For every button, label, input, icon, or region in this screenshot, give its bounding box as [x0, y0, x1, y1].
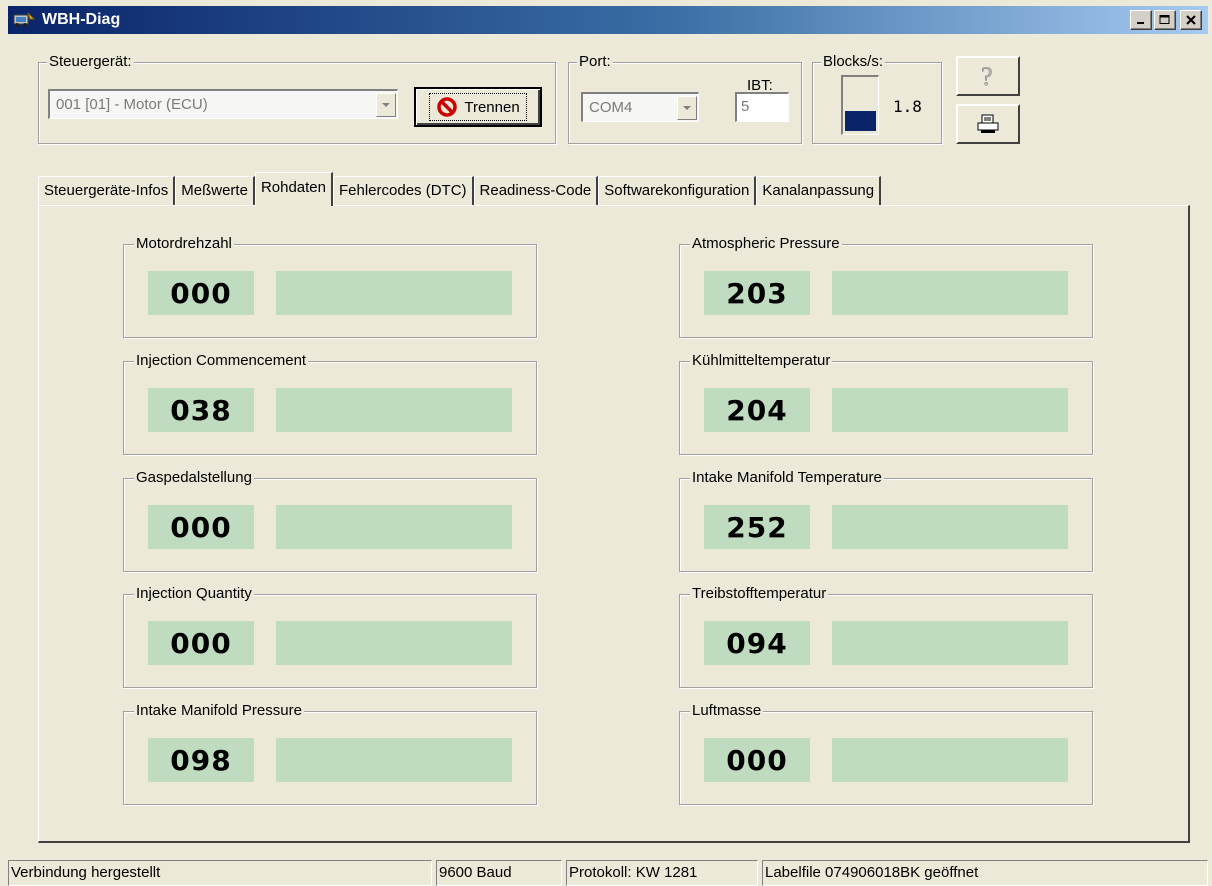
ecu-select-value: 001 [01] - Motor (ECU) [56, 96, 208, 113]
channel-bar [832, 505, 1068, 549]
minimize-icon [1137, 22, 1144, 24]
status-labelfile: Labelfile 074906018BK geöffnet [762, 860, 1208, 886]
help-button[interactable]: ? [956, 56, 1020, 96]
chevron-down-icon[interactable] [677, 95, 697, 120]
maximize-button[interactable] [1154, 10, 1176, 30]
channel-bar [832, 738, 1068, 782]
channel-value: 098 [148, 738, 254, 782]
maximize-icon [1159, 15, 1170, 24]
channel-value: 203 [704, 271, 810, 315]
disconnect-button-label: Trennen [464, 98, 520, 116]
port-label: Port: [577, 53, 613, 71]
channel-value: 038 [148, 388, 254, 432]
blocks-value: 1.8 [893, 97, 922, 116]
channel-group: Gaspedalstellung 000 [123, 469, 537, 572]
status-connection: Verbindung hergestellt [8, 860, 432, 886]
status-protocol: Protokoll: KW 1281 [566, 860, 758, 886]
printer-icon [977, 114, 999, 133]
blocks-group: Blocks/s: 1.8 [812, 53, 942, 144]
chevron-down-icon[interactable] [376, 92, 396, 117]
channel-value: 094 [704, 621, 810, 665]
tab-softwarekonfiguration[interactable]: Softwarekonfiguration [598, 176, 757, 206]
status-baud: 9600 Baud [436, 860, 562, 886]
channel-label: Atmospheric Pressure [690, 235, 842, 253]
tab-steuergeraete-infos[interactable]: Steuergeräte-Infos [38, 176, 176, 206]
channel-label: Motordrehzahl [134, 235, 234, 253]
channel-bar [276, 388, 512, 432]
channel-group: Kühlmitteltemperatur 204 [679, 352, 1093, 455]
channel-group: Luftmasse 000 [679, 702, 1093, 805]
close-icon [1186, 15, 1196, 25]
channel-label: Intake Manifold Pressure [134, 702, 304, 720]
tab-rohdaten[interactable]: Rohdaten [254, 172, 333, 206]
tab-messwerte[interactable]: Meßwerte [175, 176, 255, 206]
rohdaten-panel: Motordrehzahl 000 Injection Commencement… [38, 205, 1190, 843]
tab-kanalanpassung[interactable]: Kanalanpassung [756, 176, 882, 206]
window-title: WBH-Diag [42, 11, 121, 28]
channel-value: 000 [148, 621, 254, 665]
car-diagnostic-icon [12, 10, 36, 30]
channel-label: Kühlmitteltemperatur [690, 352, 833, 370]
close-button[interactable] [1180, 10, 1202, 30]
channel-group: Injection Commencement 038 [123, 352, 537, 455]
stop-icon [437, 97, 458, 117]
channel-label: Injection Quantity [134, 585, 254, 603]
channel-group: Injection Quantity 000 [123, 585, 537, 688]
minimize-button[interactable] [1130, 10, 1152, 30]
channel-group: Intake Manifold Temperature 252 [679, 469, 1093, 572]
channel-label: Intake Manifold Temperature [690, 469, 884, 487]
port-select[interactable]: COM4 [581, 92, 699, 122]
window-controls [1130, 10, 1202, 30]
tab-fehlercodes[interactable]: Fehlercodes (DTC) [333, 176, 474, 206]
port-select-value: COM4 [589, 99, 633, 116]
channel-group: Treibstofftemperatur 094 [679, 585, 1093, 688]
channel-label: Injection Commencement [134, 352, 309, 370]
blocks-gauge-fill [845, 111, 876, 131]
channel-label: Treibstofftemperatur [690, 585, 829, 603]
channel-bar [276, 505, 512, 549]
channel-group: Atmospheric Pressure 203 [679, 235, 1093, 338]
disconnect-button[interactable]: Trennen [414, 87, 542, 127]
tab-readiness-code[interactable]: Readiness-Code [473, 176, 599, 206]
channel-value: 204 [704, 388, 810, 432]
blocks-gauge [841, 75, 879, 135]
channel-label: Gaspedalstellung [134, 469, 254, 487]
tab-strip: Steuergeräte-Infos Meßwerte Rohdaten Feh… [38, 172, 882, 206]
channel-value: 000 [704, 738, 810, 782]
status-bar: Verbindung hergestellt 9600 Baud Protoko… [8, 858, 1212, 886]
channel-bar [276, 621, 512, 665]
channel-bar [832, 388, 1068, 432]
port-group: Port: COM4 IBT: 5 [568, 53, 802, 144]
ecu-select[interactable]: 001 [01] - Motor (ECU) [48, 89, 398, 119]
channel-group: Motordrehzahl 000 [123, 235, 537, 338]
channel-value: 000 [148, 271, 254, 315]
channel-group: Intake Manifold Pressure 098 [123, 702, 537, 805]
channel-value: 252 [704, 505, 810, 549]
svg-text:?: ? [981, 63, 993, 89]
blocks-label: Blocks/s: [821, 53, 886, 71]
steuergeraet-group: Steuergerät: 001 [01] - Motor (ECU) Tren… [38, 53, 556, 144]
question-icon: ? [981, 63, 993, 89]
steuergeraet-label: Steuergerät: [47, 53, 134, 71]
title-bar[interactable]: WBH-Diag [8, 6, 1208, 34]
print-button[interactable] [956, 104, 1020, 144]
channel-label: Luftmasse [690, 702, 764, 720]
ibt-input[interactable]: 5 [735, 92, 789, 122]
channel-value: 000 [148, 505, 254, 549]
channel-bar [832, 621, 1068, 665]
channel-bar [832, 271, 1068, 315]
channel-bar [276, 271, 512, 315]
channel-bar [276, 738, 512, 782]
